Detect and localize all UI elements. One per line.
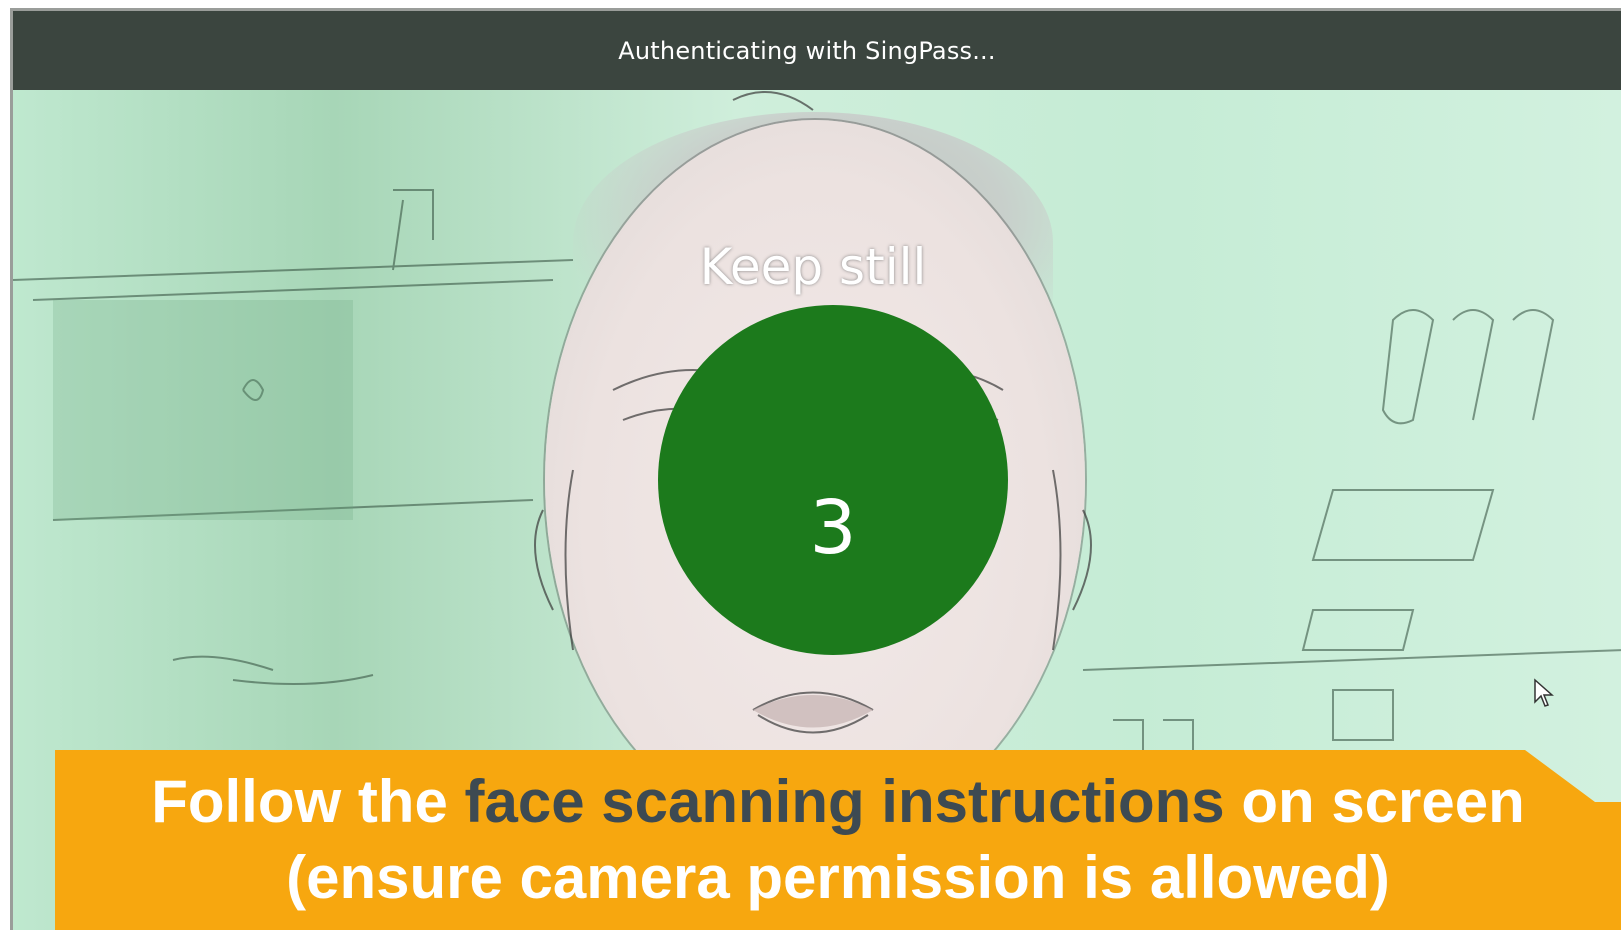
banner-text-start: Follow the	[151, 768, 465, 835]
banner-text-end: on screen	[1224, 768, 1525, 835]
mouse-pointer-icon	[1534, 678, 1554, 707]
banner-line-2: (ensure camera permission is allowed)	[286, 844, 1390, 911]
instruction-banner: Follow the face scanning instructions on…	[55, 750, 1621, 930]
countdown-indicator: 3	[658, 305, 1008, 655]
window-title: Authenticating with SingPass...	[618, 36, 996, 65]
countdown-number: 3	[809, 485, 857, 571]
scan-instruction: Keep still	[699, 238, 927, 296]
banner-text-highlight: face scanning instructions	[464, 768, 1225, 835]
window-titlebar: Authenticating with SingPass...	[13, 11, 1621, 90]
banner-line-1: Follow the face scanning instructions on…	[108, 764, 1568, 840]
